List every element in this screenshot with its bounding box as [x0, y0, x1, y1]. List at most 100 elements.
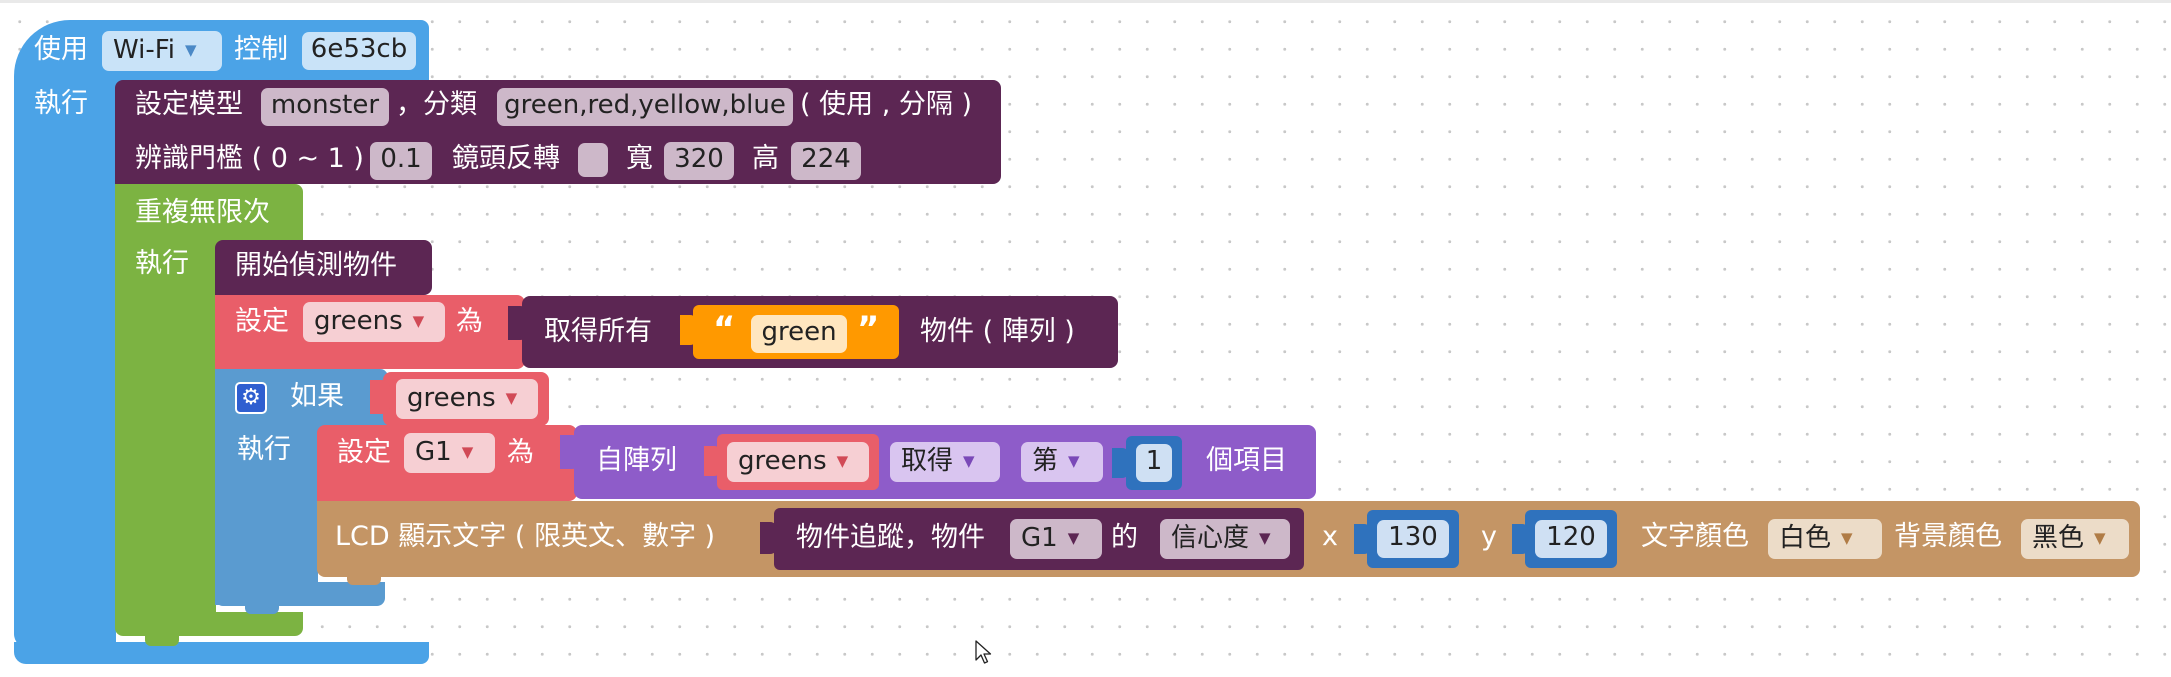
- start-detection-label: 開始偵測物件: [235, 250, 397, 281]
- chevron-down-icon: ▼: [2094, 529, 2106, 547]
- get-all-objects-suffix: 物件 ( 陣列 ): [920, 316, 1075, 347]
- x-field[interactable]: 130: [1377, 520, 1449, 558]
- y-field[interactable]: 120: [1535, 520, 1607, 558]
- text-color-value: 白色: [1779, 523, 1832, 553]
- get-mode-dropdown[interactable]: 取得 ▼: [890, 442, 1000, 482]
- if-block-bottom: [215, 582, 385, 606]
- if-label: 如果: [290, 381, 344, 412]
- wifi-block-spine: [14, 80, 116, 648]
- position-mode-value: 第: [1032, 446, 1059, 476]
- text-literal-tab: [680, 315, 698, 345]
- position-mode-dropdown[interactable]: 第 ▼: [1021, 442, 1103, 482]
- list-var-block[interactable]: greens ▼: [717, 434, 879, 490]
- green-text-value: green: [761, 317, 837, 347]
- threshold-field[interactable]: 0.1: [370, 142, 432, 180]
- g1-variable-dropdown[interactable]: G1 ▼: [404, 433, 495, 473]
- classes-field[interactable]: green,red,yellow,blue: [497, 88, 793, 126]
- wifi-control-label: 控制: [234, 34, 288, 65]
- green-text-field[interactable]: green: [751, 315, 847, 353]
- item-label: 個項目: [1206, 445, 1287, 476]
- height-label: 高: [752, 143, 779, 174]
- model-name-field[interactable]: monster: [261, 88, 389, 126]
- mirror-checkbox[interactable]: [578, 143, 608, 177]
- width-label: 寬: [626, 143, 653, 174]
- classify-label: ，分類: [396, 89, 477, 120]
- lcd-label: LCD 顯示文字 ( 限英文、數字 ): [335, 521, 716, 552]
- lcd-block-notch: [347, 577, 381, 585]
- if-exec-label: 執行: [237, 434, 291, 465]
- greens-variable-dropdown[interactable]: greens ▼: [303, 302, 445, 342]
- bg-color-label: 背景顏色: [1894, 521, 2002, 552]
- chevron-down-icon: ▼: [1841, 529, 1853, 547]
- x-number-block[interactable]: 130: [1367, 510, 1459, 568]
- object-tracking-tab: [760, 522, 778, 554]
- set-greens-set-label: 設定: [235, 306, 289, 337]
- get-all-objects-label: 取得所有: [544, 316, 652, 347]
- index-number-tab: [1112, 448, 1130, 478]
- quote-close-icon: ”: [857, 309, 880, 349]
- g1-variable-value: G1: [415, 437, 452, 467]
- x-number-tab: [1354, 524, 1372, 554]
- object-tracking-label: 物件追蹤，物件: [796, 522, 985, 553]
- text-color-dropdown[interactable]: 白色 ▼: [1768, 519, 1882, 559]
- model-name-value: monster: [270, 90, 380, 120]
- index-value: 1: [1145, 446, 1163, 476]
- tracked-object-value: G1: [1021, 523, 1058, 553]
- get-all-objects-tab: [508, 306, 528, 340]
- y-label: y: [1481, 521, 1497, 552]
- set-greens-as-label: 為: [456, 306, 483, 337]
- if-block-notch: [245, 606, 279, 614]
- mirror-label: 鏡頭反轉: [452, 143, 560, 174]
- set-model-label: 設定模型: [135, 89, 243, 120]
- y-number-block[interactable]: 120: [1525, 510, 1617, 568]
- tracked-object-dropdown[interactable]: G1 ▼: [1010, 519, 1102, 559]
- repeat-block-spine: [115, 240, 216, 628]
- classes-value: green,red,yellow,blue: [504, 90, 786, 120]
- text-literal-block[interactable]: “ green ”: [693, 305, 899, 359]
- device-id-value: 6e53cb: [310, 34, 408, 64]
- connection-type-dropdown[interactable]: Wi-Fi ▼: [102, 31, 222, 71]
- canvas-top-border: [0, 0, 2171, 3]
- chevron-down-icon: ▼: [505, 389, 518, 407]
- list-var-dropdown[interactable]: greens ▼: [727, 442, 869, 482]
- chevron-down-icon: ▼: [836, 452, 849, 470]
- device-id-field[interactable]: 6e53cb: [302, 32, 416, 70]
- width-field[interactable]: 320: [664, 142, 734, 180]
- gear-icon[interactable]: ⚙: [235, 382, 267, 414]
- repeat-block-notch: [145, 636, 179, 646]
- get-mode-value: 取得: [901, 446, 954, 476]
- repeat-label: 重複無限次: [135, 197, 270, 228]
- chevron-down-icon: ▼: [1068, 452, 1080, 470]
- object-tracking-block[interactable]: 物件追蹤，物件 G1 ▼ 的 信心度 ▼: [774, 508, 1304, 570]
- threshold-label: 辨識門檻 ( 0 ~ 1 ): [135, 143, 364, 174]
- list-var-value: greens: [738, 446, 827, 476]
- set-g1-as-label: 為: [507, 437, 534, 468]
- chevron-down-icon: ▼: [963, 452, 975, 470]
- x-label: x: [1322, 521, 1338, 552]
- list-var-tab: [704, 446, 722, 476]
- object-property-dropdown[interactable]: 信心度 ▼: [1160, 519, 1290, 559]
- threshold-value: 0.1: [380, 144, 422, 174]
- repeat-exec-label: 執行: [135, 248, 189, 279]
- repeat-block-bottom: [115, 612, 303, 636]
- mouse-cursor-icon: [975, 640, 992, 664]
- greens-getter-dropdown[interactable]: greens ▼: [396, 379, 538, 419]
- quote-open-icon: “: [713, 309, 736, 349]
- y-number-tab: [1512, 524, 1530, 554]
- wifi-use-label: 使用: [34, 34, 88, 65]
- classes-note-label: ( 使用 , 分隔 ): [800, 89, 972, 120]
- text-color-label: 文字顏色: [1641, 521, 1749, 552]
- chevron-down-icon: ▼: [1067, 529, 1080, 547]
- chevron-down-icon: ▼: [412, 312, 425, 330]
- index-number-block[interactable]: 1: [1126, 436, 1182, 490]
- index-field[interactable]: 1: [1136, 444, 1172, 482]
- height-field[interactable]: 224: [791, 142, 861, 180]
- greens-getter-tab: [370, 380, 390, 414]
- bg-color-dropdown[interactable]: 黑色 ▼: [2021, 519, 2129, 559]
- greens-variable-value: greens: [314, 306, 403, 336]
- list-get-tab: [560, 435, 580, 469]
- wifi-block-bottom: [14, 642, 429, 664]
- height-value: 224: [801, 144, 851, 174]
- set-g1-set-label: 設定: [337, 437, 391, 468]
- y-value: 120: [1546, 522, 1596, 552]
